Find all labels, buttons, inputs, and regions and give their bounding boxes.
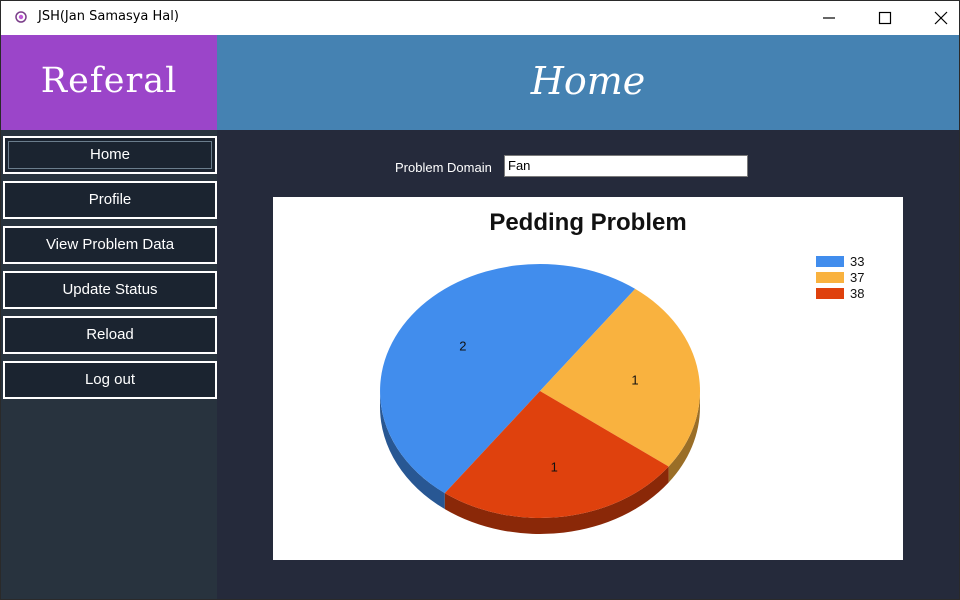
sidebar-item-reload[interactable]: Reload — [3, 316, 217, 354]
problem-domain-input[interactable]: Fan — [504, 155, 748, 177]
sidebar-item-log-out[interactable]: Log out — [3, 361, 217, 399]
page-header: Home — [217, 35, 959, 130]
sidebar: Home Profile View Problem Data Update St… — [1, 130, 217, 599]
page-title: Home — [530, 59, 646, 103]
minimize-icon — [823, 17, 835, 19]
focus-ring — [8, 141, 212, 169]
pie-chart-panel: 2 1 1 Pedding Problem 33 37 38 — [273, 197, 903, 560]
legend-label: 37 — [850, 270, 865, 285]
sidebar-item-profile[interactable]: Profile — [3, 181, 217, 219]
close-button[interactable] — [918, 1, 960, 34]
minimize-button[interactable] — [806, 1, 852, 34]
sidebar-item-label: Reload — [86, 326, 134, 343]
sidebar-item-label: View Problem Data — [45, 236, 175, 253]
sidebar-item-label: Update Status — [62, 281, 158, 298]
legend-swatch — [816, 256, 844, 267]
pie-slice-value-label: 1 — [551, 459, 558, 474]
legend-label: 33 — [850, 254, 865, 269]
app-icon — [15, 11, 27, 23]
main-content: Problem Domain Fan 2 1 1 Pedding Problem 3… — [217, 130, 959, 599]
legend-swatch — [816, 288, 844, 299]
sidebar-item-view-problem-data[interactable]: View Problem Data — [3, 226, 217, 264]
brand-panel: Referal — [1, 35, 217, 130]
maximize-icon — [878, 11, 892, 25]
sidebar-item-label: Profile — [88, 191, 132, 208]
pie-slice-value-label: 2 — [459, 339, 466, 354]
pie-slice-value-label: 1 — [631, 373, 638, 388]
chart-title: Pedding Problem — [489, 209, 687, 236]
close-icon — [934, 11, 948, 25]
legend-label: 38 — [850, 286, 865, 301]
brand-title: Referal — [40, 61, 178, 101]
sidebar-item-update-status[interactable]: Update Status — [3, 271, 217, 309]
maximize-button[interactable] — [862, 1, 908, 34]
legend-swatch — [816, 272, 844, 283]
sidebar-item-home[interactable]: Home — [3, 136, 217, 174]
pie-chart: 2 1 1 — [380, 264, 700, 534]
sidebar-item-label: Log out — [84, 371, 136, 388]
problem-domain-label: Problem Domain — [395, 160, 492, 175]
window-title: JSH(Jan Samasya Hal) — [38, 9, 179, 24]
title-bar: JSH(Jan Samasya Hal) — [1, 1, 959, 34]
